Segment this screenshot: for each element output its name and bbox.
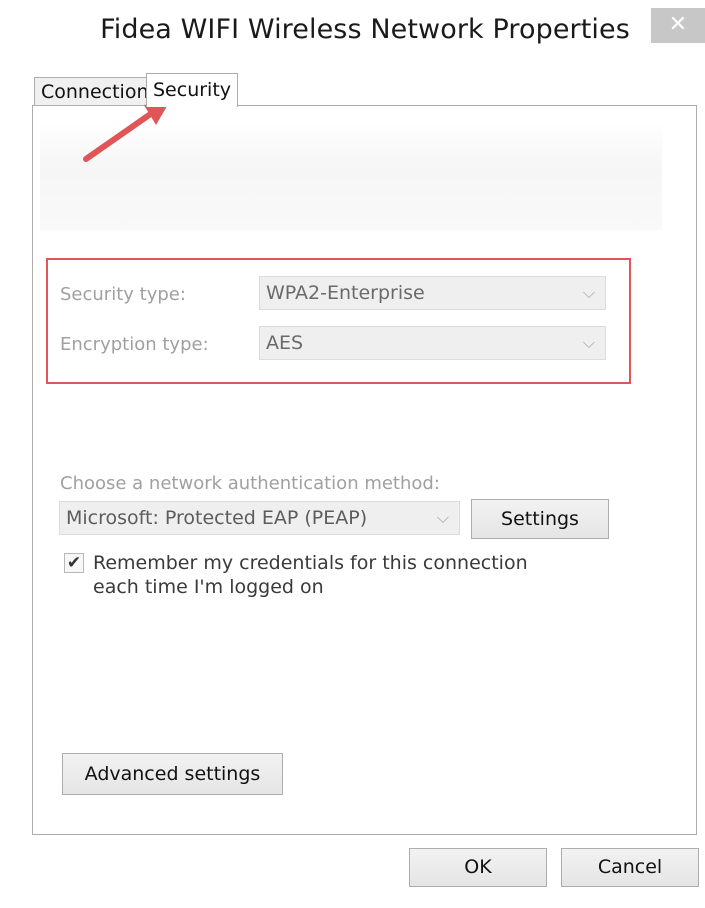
encryption-type-value: AES	[266, 332, 304, 354]
security-type-value: WPA2-Enterprise	[266, 282, 425, 304]
ok-button[interactable]: OK	[409, 848, 547, 887]
chevron-down-icon: ⌵	[582, 283, 595, 302]
chevron-down-icon: ⌵	[582, 333, 595, 352]
close-button[interactable]: ✕	[651, 8, 705, 43]
close-icon: ✕	[668, 12, 688, 37]
properties-window: Fidea WIFI Wireless Network Properties ✕…	[0, 0, 705, 908]
remember-credentials-label: Remember my credentials for this connect…	[93, 552, 528, 598]
auth-method-dropdown[interactable]: Microsoft: Protected EAP (PEAP) ⌵	[59, 501, 460, 535]
security-type-label: Security type:	[60, 284, 186, 305]
chevron-down-icon: ⌵	[436, 508, 449, 527]
window-title: Fidea WIFI Wireless Network Properties	[100, 14, 630, 45]
remember-credentials-checkbox[interactable]: ✔	[64, 553, 84, 573]
cancel-button[interactable]: Cancel	[561, 848, 699, 887]
settings-button[interactable]: Settings	[471, 499, 609, 539]
security-type-dropdown[interactable]: WPA2-Enterprise ⌵	[259, 276, 606, 310]
advanced-settings-button[interactable]: Advanced settings	[62, 753, 283, 795]
encryption-type-dropdown[interactable]: AES ⌵	[259, 326, 606, 360]
auth-method-value: Microsoft: Protected EAP (PEAP)	[66, 507, 368, 529]
tab-security[interactable]: Security	[146, 73, 239, 107]
checkmark-icon: ✔	[66, 553, 82, 573]
auth-method-label: Choose a network authentication method:	[60, 473, 440, 494]
encryption-type-label: Encryption type:	[60, 334, 209, 355]
